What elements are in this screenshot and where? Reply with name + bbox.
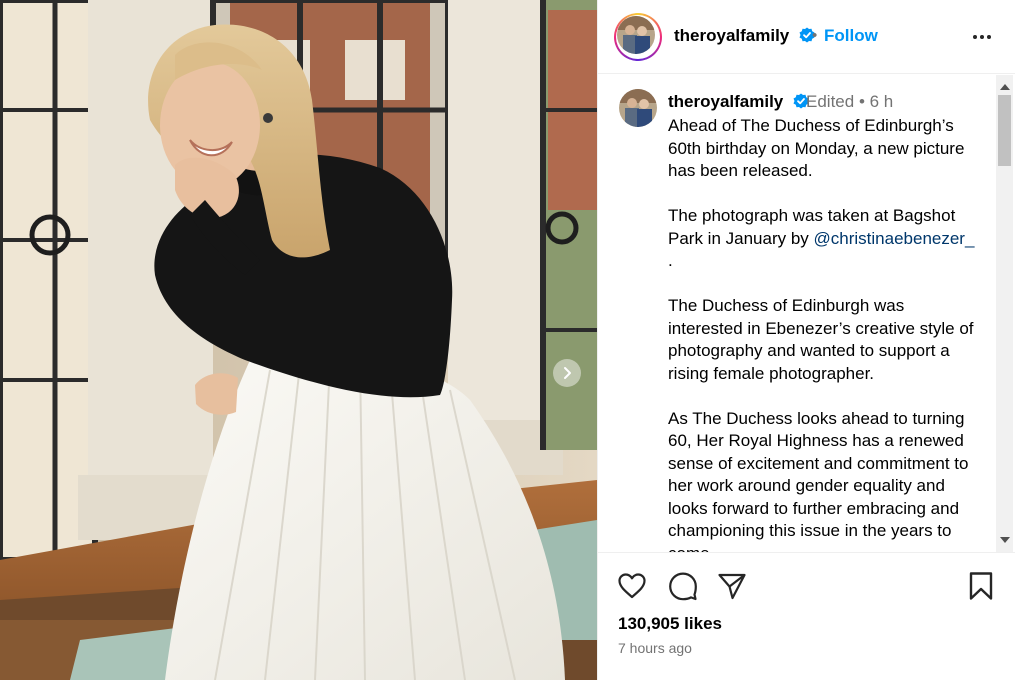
avatar-image: [619, 89, 657, 127]
post-photo[interactable]: [0, 0, 597, 680]
chevron-right-icon: [564, 367, 571, 379]
header-separator: •: [812, 27, 818, 44]
photo-illustration: [0, 0, 597, 680]
scrollbar-thumb[interactable]: [998, 95, 1011, 166]
follow-button[interactable]: Follow: [824, 26, 878, 46]
post-time-short: 6 h: [869, 92, 894, 111]
post-header: theroyalfamily • Follow: [598, 0, 1015, 74]
username-text: theroyalfamily: [668, 92, 784, 111]
scroll-up-arrow[interactable]: [1000, 84, 1010, 90]
next-photo-button[interactable]: [553, 359, 581, 387]
likes-count[interactable]: 130,905 likes: [618, 614, 722, 634]
caption-text: Ahead of The Duchess of Edinburgh’s 60th…: [668, 115, 978, 552]
caption-section[interactable]: theroyalfamily Edited • 6 h Ahead of The…: [598, 75, 1015, 552]
caption-paragraph: As The Duchess looks ahead to turning 60…: [668, 408, 969, 553]
more-options-icon[interactable]: [968, 25, 996, 49]
caption-paragraph: Ahead of The Duchess of Edinburgh’s 60th…: [668, 116, 965, 180]
meta-separator: •: [858, 92, 865, 111]
caption-paragraph: The photograph was taken at Bagshot Park…: [668, 205, 978, 273]
instagram-post-modal: theroyalfamily • Follow theroyalfamily E…: [0, 0, 1015, 680]
story-ring-avatar[interactable]: [614, 13, 662, 61]
comment-button[interactable]: [667, 570, 699, 602]
bookmark-icon: [969, 572, 993, 600]
caption-paragraph: The Duchess of Edinburgh was interested …: [668, 296, 974, 383]
mention-link[interactable]: @christinaebenezer_: [814, 229, 975, 248]
avatar: [617, 16, 655, 54]
avatar-image: [617, 16, 655, 54]
share-button[interactable]: [716, 570, 748, 602]
scroll-down-arrow[interactable]: [1000, 537, 1010, 543]
save-button[interactable]: [965, 570, 997, 602]
caption-scrollbar[interactable]: [996, 75, 1013, 552]
share-icon: [718, 573, 746, 600]
caption-meta: Edited • 6 h: [806, 92, 893, 112]
comment-icon: [669, 572, 697, 601]
like-button[interactable]: [616, 570, 648, 602]
caption-avatar[interactable]: [619, 89, 657, 127]
header-username[interactable]: theroyalfamily: [674, 26, 815, 46]
username-text: theroyalfamily: [674, 26, 790, 45]
post-timestamp[interactable]: 7 hours ago: [618, 640, 692, 656]
post-actions: 130,905 likes 7 hours ago: [598, 552, 1015, 680]
post-side-panel: theroyalfamily • Follow theroyalfamily E…: [597, 0, 1015, 680]
heart-icon: [618, 573, 646, 599]
caption-text-span: .: [668, 251, 673, 270]
caption-username[interactable]: theroyalfamily: [668, 92, 809, 112]
edited-label: Edited: [806, 92, 855, 111]
